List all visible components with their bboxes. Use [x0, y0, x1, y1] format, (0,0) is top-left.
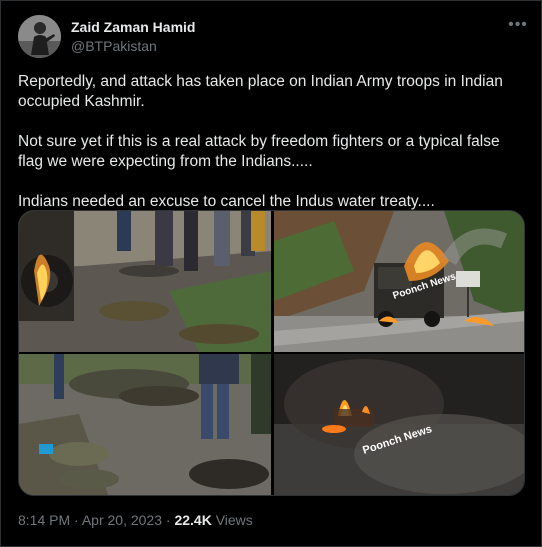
tweet-date[interactable]: Apr 20, 2023: [82, 512, 162, 528]
tweet-paragraph: Not sure yet if this is a real attack by…: [18, 133, 500, 170]
author-names: Zaid Zaman Hamid @BTPakistan: [71, 19, 195, 55]
media-image-1[interactable]: [19, 211, 271, 352]
separator: ·: [74, 512, 79, 528]
more-options-icon[interactable]: •••: [508, 17, 528, 37]
tweet-footer: 8:14 PM · Apr 20, 2023 · 22.4K Views: [18, 511, 253, 529]
tweet-card: Zaid Zaman Hamid @BTPakistan ••• Reporte…: [0, 0, 542, 547]
author-handle[interactable]: @BTPakistan: [71, 37, 195, 55]
tweet-paragraph: Reportedly, and attack has taken place o…: [18, 73, 503, 110]
tweet-paragraph: Indians needed an excuse to cancel the I…: [18, 193, 435, 210]
tweet-header: Zaid Zaman Hamid @BTPakistan •••: [18, 15, 528, 59]
user-avatar-icon: [18, 15, 61, 58]
views-count: 22.4K: [174, 512, 212, 528]
media-grid: Poonch News Poonch News: [18, 210, 525, 496]
author-display-name[interactable]: Zaid Zaman Hamid: [71, 19, 195, 36]
media-image-2[interactable]: Poonch News: [274, 211, 524, 352]
avatar[interactable]: [18, 15, 61, 58]
media-image-3[interactable]: [19, 354, 271, 495]
tweet-time[interactable]: 8:14 PM: [18, 512, 70, 528]
tweet-text: Reportedly, and attack has taken place o…: [18, 72, 526, 212]
separator: ·: [165, 512, 171, 528]
media-image-4[interactable]: Poonch News: [274, 354, 524, 495]
views-label: Views: [215, 512, 253, 528]
